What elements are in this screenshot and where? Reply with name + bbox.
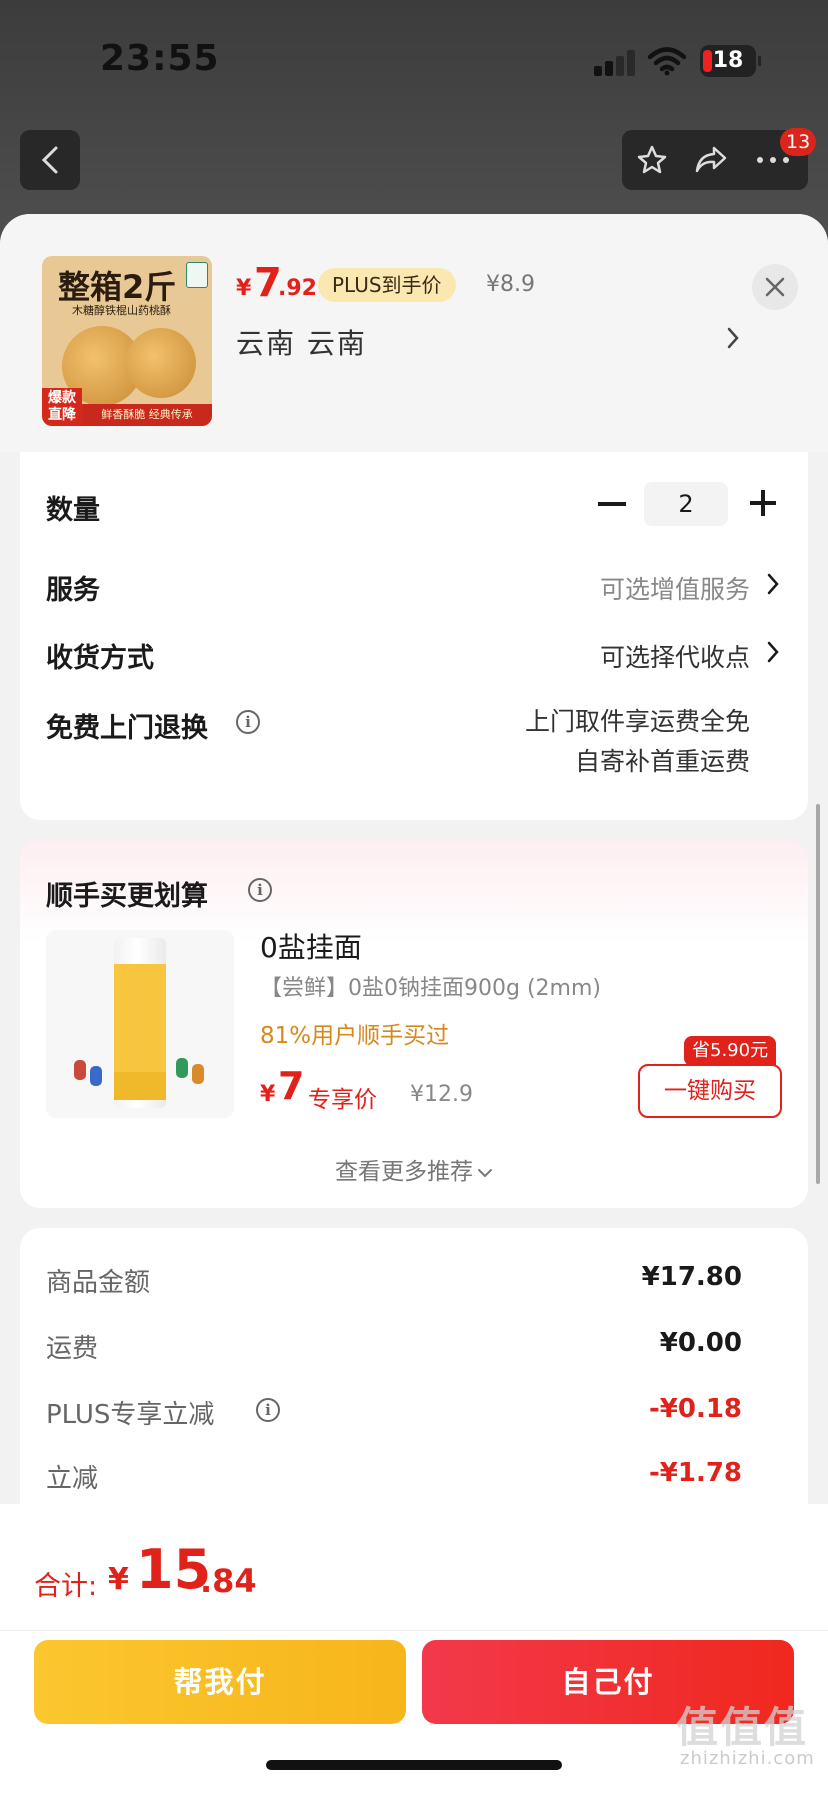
recommend-original-price: ¥12.9: [410, 1082, 473, 1107]
total-label: 合计:: [34, 1571, 98, 1602]
quantity-decrease-button[interactable]: [598, 502, 626, 506]
status-bar: 23:55 18: [0, 0, 828, 120]
recommend-card: 顺手买更划算 i 0盐挂面 【尝鲜】0盐0钠挂面900g (2mm) 81%用户…: [20, 840, 808, 1208]
figure-graphic: [176, 1058, 188, 1078]
battery-indicator: 18: [700, 45, 761, 77]
price-decimal: .92: [278, 276, 317, 301]
watermark-logo: 值值值: [676, 1703, 809, 1752]
figure-graphic: [192, 1064, 204, 1084]
recommend-product-image[interactable]: [46, 930, 234, 1118]
scroll-indicator[interactable]: [816, 804, 820, 1184]
chevron-right-icon[interactable]: [726, 326, 740, 350]
options-card: 数量 2 服务 可选增值服务 收货方式 可选择代收点 免费上门退换 i 上门取件…: [20, 452, 808, 820]
purchase-sheet: 整箱2斤 木糖醇铁棍山药桃酥 爆款直降 鲜香酥脆 经典传承 ¥ 7 .92 PL…: [0, 214, 828, 1796]
total-decimal: .84: [200, 1562, 257, 1600]
free-return-line-2: 自寄补首重运费: [574, 747, 750, 776]
savings-badge: 省5.90元: [684, 1036, 777, 1066]
product-image: 整箱2斤 木糖醇铁棍山药桃酥 爆款直降 鲜香酥脆 经典传承: [42, 256, 212, 426]
product-image-badge: 爆款直降: [42, 388, 82, 426]
cookie-graphic: [126, 328, 196, 398]
chevron-right-icon[interactable]: [766, 572, 780, 596]
help-pay-button[interactable]: 帮我付: [34, 1640, 406, 1724]
package-label-graphic: [114, 964, 166, 1072]
chevron-down-icon: [478, 1168, 492, 1177]
signal-icon: [594, 50, 638, 76]
summary-value: -¥1.78: [648, 1458, 742, 1488]
product-image-subtitle: 木糖醇铁棍山药桃酥: [72, 304, 171, 317]
info-icon[interactable]: i: [248, 878, 272, 902]
quantity-label: 数量: [46, 495, 100, 526]
recommend-price-currency: ¥: [260, 1082, 276, 1107]
summary-label: 运费: [46, 1334, 99, 1364]
recommend-product-desc: 【尝鲜】0盐0钠挂面900g (2mm): [260, 976, 601, 1001]
recommend-price-label: 专享价: [308, 1087, 377, 1113]
back-button[interactable]: [20, 130, 80, 190]
figure-graphic: [74, 1060, 86, 1080]
free-return-label: 免费上门退换: [46, 713, 208, 744]
chevron-left-icon: [41, 146, 58, 174]
recommend-product-name[interactable]: 0盐挂面: [260, 926, 362, 966]
more-recommend-link[interactable]: 查看更多推荐: [20, 1152, 808, 1186]
share-icon[interactable]: [694, 144, 728, 176]
home-indicator[interactable]: [266, 1760, 562, 1770]
summary-value: ¥17.80: [641, 1262, 742, 1292]
price-currency: ¥: [236, 276, 252, 301]
summary-label: PLUS专享立减: [46, 1400, 215, 1430]
delivery-method-value[interactable]: 可选择代收点: [600, 638, 750, 674]
divider: [0, 1630, 828, 1631]
one-click-buy-button[interactable]: 一键购买: [638, 1064, 782, 1118]
figure-graphic: [90, 1066, 102, 1086]
quantity-increase-button[interactable]: [750, 490, 776, 516]
package-bottom-graphic: [114, 1072, 166, 1100]
recommend-price: 7: [278, 1064, 305, 1108]
summary-label: 立减: [46, 1464, 99, 1494]
info-icon[interactable]: i: [236, 710, 260, 734]
delivery-location[interactable]: 云南 云南: [236, 322, 367, 362]
close-icon: [765, 277, 785, 297]
info-icon[interactable]: i: [256, 1398, 280, 1422]
chevron-right-icon[interactable]: [766, 640, 780, 664]
original-price: ¥8.9: [486, 272, 535, 297]
recommend-title: 顺手买更划算: [46, 881, 208, 912]
close-button[interactable]: [752, 264, 798, 310]
checkout-footer: 合计: ¥ 15 .84 帮我付 自己付 值值值 zhizhizhi.com: [0, 1504, 828, 1796]
service-value[interactable]: 可选增值服务: [600, 570, 750, 606]
more-recommend-label: 查看更多推荐: [335, 1159, 473, 1185]
summary-value: -¥0.18: [648, 1394, 742, 1424]
delivery-method-label: 收货方式: [46, 643, 154, 674]
quantity-input[interactable]: 2: [644, 482, 728, 526]
total-currency: ¥: [108, 1562, 129, 1597]
free-return-line-1: 上门取件享运费全免: [524, 707, 750, 736]
watermark-url: zhizhizhi.com: [680, 1748, 815, 1769]
product-image-footer: 鲜香酥脆 经典传承: [82, 404, 212, 426]
recommend-product-stat: 81%用户顺手买过: [260, 1023, 450, 1049]
wifi-icon: [648, 47, 686, 76]
summary-label: 商品金额: [46, 1268, 151, 1298]
product-header: 整箱2斤 木糖醇铁棍山药桃酥 爆款直降 鲜香酥脆 经典传承 ¥ 7 .92 PL…: [0, 214, 828, 452]
message-count-badge: 13: [780, 128, 817, 156]
store-tag-icon: [186, 262, 208, 288]
star-icon[interactable]: [636, 144, 668, 176]
status-time: 23:55: [100, 38, 220, 79]
service-label: 服务: [46, 575, 100, 606]
plus-price-tag: PLUS到手价: [318, 268, 456, 302]
summary-value: ¥0.00: [659, 1328, 742, 1358]
more-icon[interactable]: [756, 156, 790, 164]
